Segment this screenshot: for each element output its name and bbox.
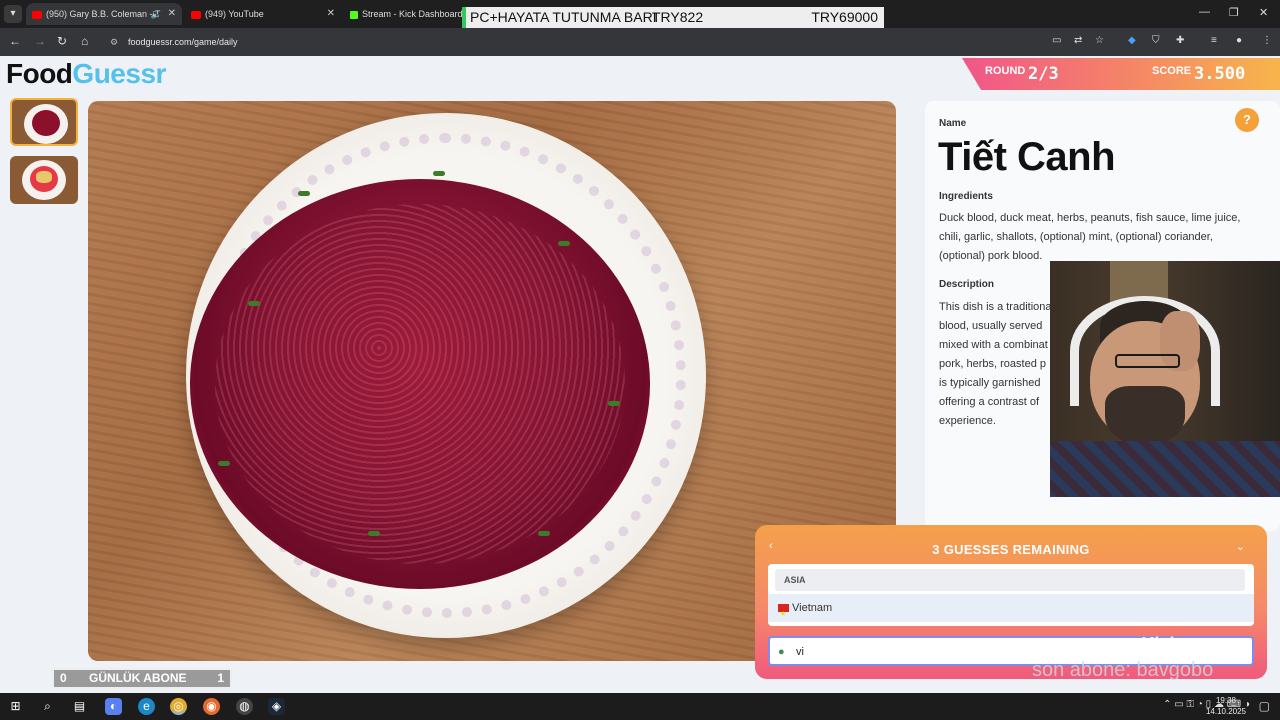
window-close-icon[interactable]: ✕ <box>1259 6 1268 19</box>
tab-label: (949) YouTube <box>205 9 264 19</box>
globe-icon: ● <box>778 646 785 658</box>
ingredients-label: Ingredients <box>939 191 993 202</box>
home-icon[interactable]: ⌂ <box>81 34 88 48</box>
foodguessr-page: FoodGuessr ROUND 2/3 SCORE 3.500 ? Name … <box>0 56 1280 693</box>
tab-label: (950) Gary B.B. Coleman - T <box>46 9 161 19</box>
ingredients-text: Duck blood, duck meat, herbs, peanuts, f… <box>939 212 1241 262</box>
profile-avatar-icon[interactable]: ● <box>1236 35 1242 46</box>
score-label: SCORE <box>1152 65 1192 77</box>
description-label: Description <box>939 279 995 290</box>
sub-count-right: 1 <box>217 671 224 685</box>
dish-name: Tiết Canh <box>938 135 1116 179</box>
media-icon[interactable]: ≡ <box>1211 35 1217 46</box>
herb-garnish <box>538 531 550 536</box>
blood-soup-image <box>190 179 650 589</box>
herb-garnish <box>298 191 310 196</box>
browser-toolbar: ← → ↻ ⌂ ⚙ foodguessr.com/game/daily ▭ ⇄ … <box>0 28 1280 56</box>
round-label: ROUND <box>985 65 1026 77</box>
youtube-icon <box>191 10 201 19</box>
question-icon[interactable]: ? <box>1235 108 1259 132</box>
puzzle-icon[interactable]: ✚ <box>1176 35 1184 46</box>
kick-watermark: Kick <box>1140 634 1179 654</box>
url-text: foodguessr.com/game/daily <box>128 37 238 47</box>
youtube-icon <box>32 10 42 19</box>
forward-icon[interactable]: → <box>34 34 46 48</box>
windows-taskbar: ⊞ ⌕ ▤ ◐ e ◎ ◉ ◍ ◈ ⌃ ▭ ⚿ ◔ ▯ ☁ ⌨ ◑ 19:38 … <box>0 693 1280 720</box>
suggestion-vietnam[interactable]: Vietnam <box>768 594 1254 629</box>
address-bar[interactable]: ⚙ foodguessr.com/game/daily <box>104 32 1114 52</box>
logo-food: Food <box>6 58 73 89</box>
cast-icon[interactable]: ▭ <box>1052 35 1061 46</box>
tab-youtube-2[interactable]: (949) YouTube ✕ <box>185 3 341 25</box>
back-icon[interactable]: ← <box>9 34 21 48</box>
banner-text: PC+HAYATA TUTUNMA BARI <box>470 9 657 25</box>
tab-search-button[interactable]: ▾ <box>4 5 22 23</box>
chevron-down-icon[interactable]: ⌄ <box>1236 540 1245 553</box>
clock-date: 14.10.2025 <box>1205 707 1246 716</box>
browser-tab-strip: ▾ (950) Gary B.B. Coleman - T 🔈 ✕ (949) … <box>0 0 1280 28</box>
logo-guessr: Guessr <box>72 58 166 89</box>
steam-icon[interactable]: ◈ <box>268 698 285 715</box>
dish-image <box>32 110 60 136</box>
herb-garnish <box>218 461 230 466</box>
kick-icon <box>350 10 358 19</box>
round-thumbnail-2[interactable] <box>10 156 78 204</box>
herb-garnish <box>368 531 380 536</box>
round-score-bar: ROUND 2/3 SCORE 3.500 <box>962 58 1280 90</box>
site-info-icon[interactable]: ⚙ <box>110 32 118 52</box>
round-value: 2/3 <box>1028 64 1059 84</box>
copilot-icon[interactable]: ◐ <box>105 698 122 715</box>
reload-icon[interactable]: ↻ <box>57 34 67 48</box>
banner-mid: TRY822 <box>652 9 704 25</box>
herb-garnish <box>558 241 570 246</box>
guess-panel: ‹ 3 GUESSES REMAINING ⌄ ASIA Vietnam ● <box>755 525 1267 679</box>
speaker-icon[interactable]: 🔈 <box>151 3 162 25</box>
task-view-icon[interactable]: ▤ <box>71 698 88 715</box>
close-icon[interactable]: ✕ <box>168 3 176 25</box>
minimize-icon[interactable]: — <box>1199 6 1210 18</box>
streamer-webcam <box>1050 261 1280 497</box>
suggestion-dropdown: ASIA Vietnam <box>768 564 1254 629</box>
stream-goal-banner: PC+HAYATA TUTUNMA BARI TRY822 TRY69000 <box>462 7 884 28</box>
country-label: Vietnam <box>792 602 833 614</box>
tab-kick-dashboard[interactable]: Stream - Kick Dashboard <box>344 3 462 25</box>
taskbar-clock[interactable]: 19:38 14.10.2025 <box>1206 695 1246 717</box>
herb-garnish <box>248 301 260 306</box>
foodguessr-logo[interactable]: FoodGuessr <box>6 58 166 90</box>
windows-start-icon[interactable]: ⊞ <box>7 698 24 715</box>
guesses-remaining-title: 3 GUESSES REMAINING <box>932 542 1090 557</box>
firefox-icon[interactable]: ◉ <box>203 698 220 715</box>
banner-right: TRY69000 <box>811 9 878 25</box>
score-value: 3.500 <box>1194 64 1246 84</box>
notification-icon[interactable]: ▢ <box>1259 699 1270 713</box>
close-icon[interactable]: ✕ <box>327 3 335 25</box>
sub-count-left: 0 <box>60 671 67 685</box>
search-icon[interactable]: ⌕ <box>39 698 56 715</box>
menu-kebab-icon[interactable]: ⋮ <box>1262 35 1272 46</box>
name-label: Name <box>939 118 967 129</box>
chrome-icon[interactable]: ◎ <box>170 698 187 715</box>
clock-time: 19:38 <box>1215 696 1236 705</box>
shield-icon[interactable]: ⛉ <box>1152 35 1160 46</box>
translate-icon[interactable]: ⇄ <box>1074 35 1082 46</box>
herb-garnish <box>433 171 445 176</box>
tab-youtube-1[interactable]: (950) Gary B.B. Coleman - T 🔈 ✕ <box>26 3 182 25</box>
herb-garnish <box>608 401 620 406</box>
extension-icon[interactable]: ◆ <box>1128 35 1136 46</box>
region-header: ASIA <box>775 569 1245 591</box>
tab-label: Stream - Kick Dashboard <box>362 9 462 19</box>
round-thumbnail-1[interactable] <box>10 98 78 146</box>
sub-counter-label: GÜNLÜK ABONE <box>89 671 187 685</box>
glasses-image <box>1115 354 1180 368</box>
topping-image <box>36 171 52 183</box>
bookmark-star-icon[interactable]: ☆ <box>1095 35 1104 46</box>
obs-icon[interactable]: ◍ <box>236 698 253 715</box>
vietnam-flag-icon <box>778 601 789 629</box>
daily-sub-counter: 0 GÜNLÜK ABONE 1 <box>52 668 232 689</box>
last-sub-overlay: son abone: bavgobo <box>1032 659 1214 681</box>
restore-icon[interactable]: ❐ <box>1229 6 1239 19</box>
edge-icon[interactable]: e <box>138 698 155 715</box>
